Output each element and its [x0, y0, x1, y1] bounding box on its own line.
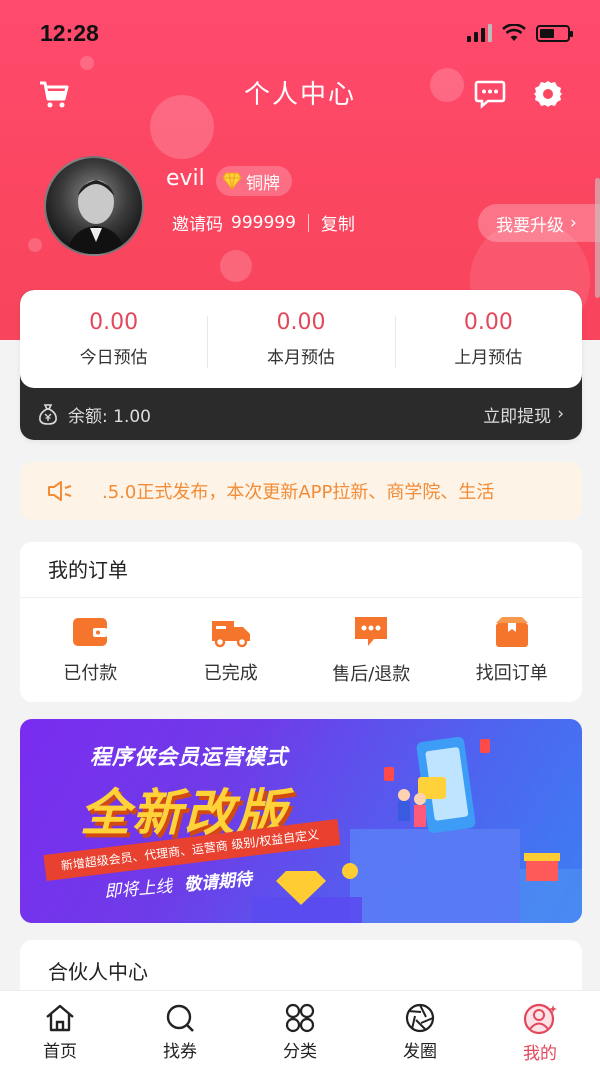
- order-completed[interactable]: 已完成: [161, 615, 302, 685]
- invite-label: 邀请码: [172, 215, 223, 235]
- tab-moments[interactable]: 发圈: [360, 991, 480, 1067]
- order-aftersale[interactable]: 售后/退款: [301, 614, 442, 686]
- balance-label: 余额: 1.00: [68, 406, 151, 427]
- upgrade-button[interactable]: 我要升级 ›: [478, 204, 600, 242]
- tab-label: 分类: [283, 1042, 317, 1062]
- announcement-bar[interactable]: .5.0正式发布，本次更新APP拉新、商学院、生活: [20, 462, 582, 520]
- copy-button[interactable]: 复制: [321, 210, 355, 235]
- promo-banner[interactable]: 程序侠会员运营模式 全新改版 新增超级会员、代理商、运营商 级别/权益自定义 即…: [20, 719, 582, 923]
- battery-icon: [536, 24, 573, 42]
- order-label: 售后/退款: [332, 664, 411, 685]
- chevron-right-icon: ›: [570, 213, 577, 233]
- scroll-indicator: [595, 178, 600, 298]
- invite-row: 邀请码 999999 复制: [172, 210, 355, 236]
- chevron-right-icon: ›: [557, 404, 564, 424]
- withdraw-label: 立即提现: [483, 406, 552, 427]
- stat-label: 本月预估: [266, 348, 335, 368]
- banner-subtitle: 程序侠会员运营模式: [90, 745, 288, 769]
- tab-home[interactable]: 首页: [0, 991, 120, 1067]
- page-title: 个人中心: [243, 80, 356, 110]
- tab-mine[interactable]: 我的: [480, 991, 600, 1067]
- tab-label: 我的: [523, 1044, 557, 1064]
- bottom-tab-bar: 首页 找券 分类 发圈 我的: [0, 990, 600, 1067]
- money-bag-icon: [39, 404, 57, 425]
- orders-title: 我的订单: [20, 542, 582, 598]
- truck-icon: [211, 621, 250, 648]
- category-icon: [285, 1003, 315, 1033]
- tab-category[interactable]: 分类: [240, 991, 360, 1067]
- status-icons: [467, 24, 573, 42]
- partner-title: 合伙人中心: [48, 960, 148, 984]
- diamond-icon: [222, 172, 242, 190]
- tab-label: 首页: [43, 1042, 77, 1062]
- home-icon: [46, 1004, 74, 1032]
- invite-code: 999999: [231, 212, 296, 233]
- wallet-icon: [73, 618, 108, 646]
- divider: [307, 213, 309, 232]
- tab-find-coupons[interactable]: 找券: [120, 991, 240, 1067]
- stat-label: 今日预估: [79, 348, 148, 368]
- wifi-icon: [502, 24, 526, 41]
- announcement-text: .5.0正式发布，本次更新APP拉新、商学院、生活: [102, 482, 495, 503]
- order-status-list: 已付款 已完成 售后/退款 找回订单: [20, 598, 582, 702]
- avatar[interactable]: [44, 156, 144, 256]
- withdraw-button[interactable]: 立即提现 ›: [483, 402, 564, 427]
- member-badge: 铜牌: [216, 166, 292, 196]
- stat-value: 0.00: [463, 310, 513, 335]
- my-orders-card: 我的订单 已付款 已完成 售后/退款 找回订单: [20, 542, 582, 702]
- aperture-icon: [405, 1003, 435, 1033]
- order-label: 已付款: [63, 663, 118, 684]
- stat-value: 0.00: [276, 310, 326, 335]
- stat-last-month[interactable]: 0.00 上月预估: [394, 310, 582, 368]
- order-retrieve[interactable]: 找回订单: [442, 615, 583, 685]
- order-paid[interactable]: 已付款: [20, 615, 161, 685]
- chat-dots-icon: [355, 617, 388, 646]
- username: evil: [166, 166, 205, 191]
- stat-value: 0.00: [89, 310, 139, 335]
- message-icon[interactable]: [472, 76, 508, 112]
- user-icon: [523, 1003, 557, 1035]
- settings-gear-icon[interactable]: [530, 76, 566, 112]
- balance-row: 余额: 1.00 立即提现 ›: [20, 388, 582, 440]
- stat-this-month[interactable]: 0.00 本月预估: [207, 310, 394, 368]
- stat-label: 上月预估: [454, 348, 523, 368]
- tab-label: 发圈: [403, 1042, 437, 1062]
- signal-icon: [467, 24, 492, 42]
- upgrade-label: 我要升级: [496, 215, 564, 236]
- box-icon: [495, 617, 528, 647]
- earnings-stats: 0.00 今日预估 0.00 本月预估 0.00 上月预估: [20, 290, 582, 388]
- status-bar: 12:28: [0, 0, 600, 64]
- order-label: 找回订单: [475, 663, 548, 684]
- speaker-icon: [48, 481, 72, 501]
- search-icon: [166, 1004, 194, 1032]
- tab-label: 找券: [163, 1042, 197, 1062]
- earnings-card: 0.00 今日预估 0.00 本月预估 0.00 上月预估 余额: 1.00 立…: [20, 290, 582, 440]
- status-time: 12:28: [40, 20, 99, 46]
- order-label: 已完成: [203, 663, 258, 684]
- badge-label: 铜牌: [246, 173, 280, 194]
- stat-today[interactable]: 0.00 今日预估: [20, 310, 207, 368]
